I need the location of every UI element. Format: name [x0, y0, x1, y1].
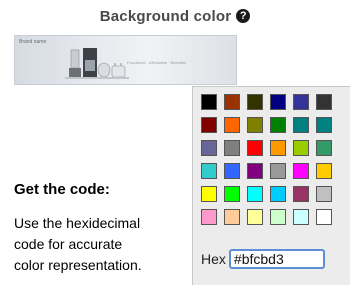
color-swatch[interactable]	[293, 163, 309, 179]
color-swatch[interactable]	[201, 140, 217, 156]
get-code-description: Use the hexidecimal code for accurate co…	[14, 213, 189, 276]
color-swatch[interactable]	[247, 163, 263, 179]
color-swatch[interactable]	[247, 94, 263, 110]
color-swatch[interactable]	[270, 163, 286, 179]
color-swatch[interactable]	[224, 117, 240, 133]
color-swatch[interactable]	[293, 186, 309, 202]
color-picker-palette: Hex	[192, 86, 350, 285]
color-swatch[interactable]	[247, 209, 263, 225]
color-swatch[interactable]	[224, 186, 240, 202]
color-swatch[interactable]	[270, 186, 286, 202]
description-line-1: Use the hexidecimal	[14, 215, 141, 231]
background-preview-banner: Brand name Functional · Affordable · Bea…	[14, 35, 237, 85]
color-swatch[interactable]	[201, 94, 217, 110]
color-swatch[interactable]	[224, 163, 240, 179]
color-swatch[interactable]	[316, 117, 332, 133]
color-swatch[interactable]	[224, 94, 240, 110]
color-swatch[interactable]	[270, 209, 286, 225]
description-line-3: color representation.	[14, 257, 142, 273]
question-mark-icon[interactable]: ?	[236, 9, 251, 23]
color-swatch[interactable]	[270, 140, 286, 156]
hex-row: Hex	[201, 247, 325, 271]
color-swatch[interactable]	[224, 209, 240, 225]
hex-label: Hex	[201, 251, 226, 267]
color-swatch[interactable]	[247, 140, 263, 156]
color-swatch[interactable]	[293, 117, 309, 133]
color-swatch[interactable]	[270, 94, 286, 110]
hex-input[interactable]	[228, 249, 325, 269]
panel-title: Background color	[99, 7, 232, 25]
color-swatch[interactable]	[293, 209, 309, 225]
color-swatch[interactable]	[293, 94, 309, 110]
color-swatch[interactable]	[201, 163, 217, 179]
color-swatch[interactable]	[316, 163, 332, 179]
color-swatch[interactable]	[316, 209, 332, 225]
color-swatch[interactable]	[270, 117, 286, 133]
color-swatch[interactable]	[201, 186, 217, 202]
color-swatch[interactable]	[293, 140, 309, 156]
color-swatch[interactable]	[316, 186, 332, 202]
panel-header: Background color ?	[0, 6, 350, 26]
color-swatch[interactable]	[224, 140, 240, 156]
color-swatch[interactable]	[247, 117, 263, 133]
product-illustration	[65, 48, 129, 79]
color-swatch[interactable]	[201, 209, 217, 225]
get-code-heading: Get the code:	[14, 181, 110, 198]
color-swatch[interactable]	[201, 117, 217, 133]
description-line-2: code for accurate	[14, 236, 123, 252]
color-swatch[interactable]	[316, 94, 332, 110]
color-swatch[interactable]	[247, 186, 263, 202]
banner-tagline: Functional · Affordable · Beautiful	[127, 60, 187, 65]
color-swatch[interactable]	[316, 140, 332, 156]
